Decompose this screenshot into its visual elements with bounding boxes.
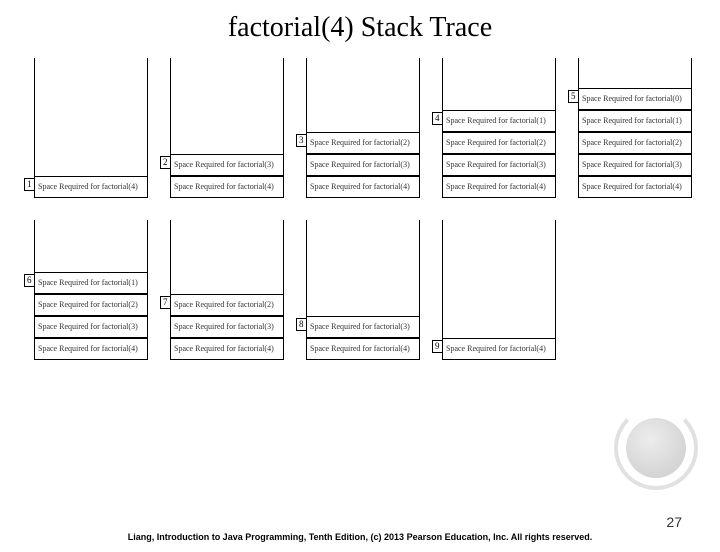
stack-row-bottom: 6Space Required for factorial(1)Space Re… xyxy=(28,220,692,360)
stack-side xyxy=(34,58,35,176)
stack-frame: Space Required for factorial(3) xyxy=(578,154,692,176)
stack-frame: Space Required for factorial(2) xyxy=(306,132,420,154)
stack-column: 8Space Required for factorial(3)Space Re… xyxy=(300,220,420,360)
stack-side xyxy=(34,220,35,272)
step-badge: 6 xyxy=(24,274,35,287)
stack-side xyxy=(578,58,579,88)
footer-text: Liang, Introduction to Java Programming,… xyxy=(0,532,720,542)
stack-side xyxy=(170,58,171,154)
stack-column: 4Space Required for factorial(1)Space Re… xyxy=(436,58,556,198)
stack-side xyxy=(147,58,148,176)
stack-side xyxy=(283,58,284,154)
stack-frame: Space Required for factorial(3) xyxy=(442,154,556,176)
stack-side xyxy=(691,58,692,88)
stack-side xyxy=(555,58,556,110)
stack-frame: Space Required for factorial(0) xyxy=(578,88,692,110)
stack-side xyxy=(147,220,148,272)
stack-column: 7Space Required for factorial(2)Space Re… xyxy=(164,220,284,360)
step-badge: 1 xyxy=(24,178,35,191)
stack-frame: Space Required for factorial(3) xyxy=(306,154,420,176)
stack-column: 5Space Required for factorial(0)Space Re… xyxy=(572,58,692,198)
step-badge: 7 xyxy=(160,296,171,309)
stack-column: 6Space Required for factorial(1)Space Re… xyxy=(28,220,148,360)
page-title: factorial(4) Stack Trace xyxy=(0,12,720,44)
stack-frame: Space Required for factorial(3) xyxy=(170,316,284,338)
spacer xyxy=(572,220,692,360)
stack-frame: Space Required for factorial(3) xyxy=(306,316,420,338)
stack-column: 1Space Required for factorial(4) xyxy=(28,58,148,198)
step-badge: 9 xyxy=(432,340,443,353)
step-badge: 4 xyxy=(432,112,443,125)
stack-rows: 1Space Required for factorial(4)2Space R… xyxy=(0,58,720,360)
stack-side xyxy=(419,220,420,316)
stack-frame: Space Required for factorial(4) xyxy=(306,338,420,360)
stack-side xyxy=(442,220,443,338)
stack-column: 2Space Required for factorial(3)Space Re… xyxy=(164,58,284,198)
stack-side xyxy=(306,220,307,316)
stack-frame: Space Required for factorial(4) xyxy=(170,338,284,360)
stack-frame: Space Required for factorial(2) xyxy=(34,294,148,316)
stack-frame: Space Required for factorial(4) xyxy=(578,176,692,198)
stack-side xyxy=(283,220,284,294)
stack-frame: Space Required for factorial(4) xyxy=(34,338,148,360)
stack-frame: Space Required for factorial(4) xyxy=(170,176,284,198)
stack-frame: Space Required for factorial(3) xyxy=(34,316,148,338)
step-badge: 5 xyxy=(568,90,579,103)
step-badge: 8 xyxy=(296,318,307,331)
stack-column: 9Space Required for factorial(4) xyxy=(436,220,556,360)
stack-side xyxy=(555,220,556,338)
stack-frame: Space Required for factorial(4) xyxy=(34,176,148,198)
stack-frame: Space Required for factorial(1) xyxy=(442,110,556,132)
step-badge: 3 xyxy=(296,134,307,147)
page-number: 27 xyxy=(666,514,682,530)
stack-side xyxy=(419,58,420,132)
stack-row-top: 1Space Required for factorial(4)2Space R… xyxy=(28,58,692,198)
stack-frame: Space Required for factorial(1) xyxy=(578,110,692,132)
stack-frame: Space Required for factorial(2) xyxy=(442,132,556,154)
stack-column: 3Space Required for factorial(2)Space Re… xyxy=(300,58,420,198)
stack-frame: Space Required for factorial(4) xyxy=(442,176,556,198)
step-badge: 2 xyxy=(160,156,171,169)
stack-side xyxy=(442,58,443,110)
globe-icon xyxy=(610,402,702,494)
stack-frame: Space Required for factorial(2) xyxy=(578,132,692,154)
stack-frame: Space Required for factorial(3) xyxy=(170,154,284,176)
stack-side xyxy=(306,58,307,132)
stack-frame: Space Required for factorial(1) xyxy=(34,272,148,294)
stack-frame: Space Required for factorial(4) xyxy=(442,338,556,360)
stack-frame: Space Required for factorial(4) xyxy=(306,176,420,198)
stack-side xyxy=(170,220,171,294)
stack-frame: Space Required for factorial(2) xyxy=(170,294,284,316)
